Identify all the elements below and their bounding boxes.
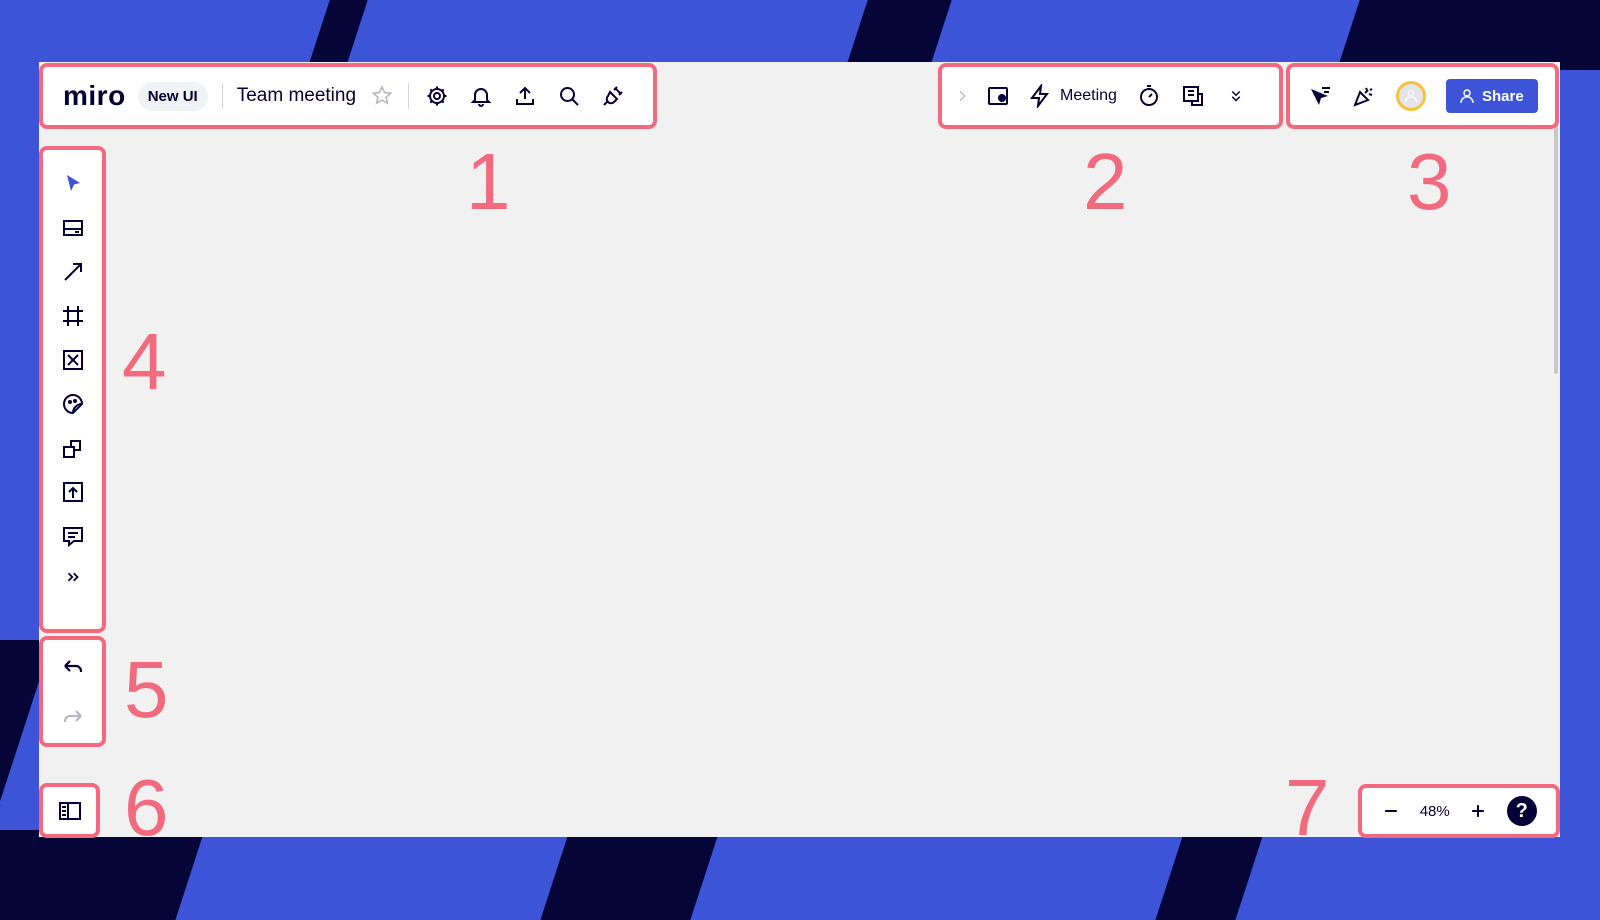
shapes-icon[interactable] [61, 436, 85, 460]
placeholder-icon[interactable] [61, 348, 85, 372]
notes-icon[interactable] [1181, 84, 1205, 108]
comment-icon[interactable] [61, 524, 85, 548]
sidebar-panel-icon[interactable] [58, 799, 82, 823]
bg-stripe [845, 0, 955, 70]
frame-icon[interactable] [61, 304, 85, 328]
select-cursor-icon[interactable] [61, 172, 85, 196]
undo-icon[interactable] [61, 656, 85, 680]
collaboration-toolbar: Meeting [938, 63, 1283, 129]
section-label-7: 7 [1285, 763, 1330, 852]
person-icon [1460, 89, 1474, 103]
more-tools-icon[interactable] [64, 568, 82, 586]
frames-panel-toolbar [39, 783, 100, 838]
cursor-filter-icon[interactable] [1308, 84, 1332, 108]
section-label-4: 4 [122, 317, 167, 406]
board-canvas[interactable] [39, 62, 1560, 837]
share-label: Share [1482, 87, 1524, 105]
zoom-toolbar: 48% ? [1358, 784, 1560, 838]
bell-icon[interactable] [469, 84, 493, 108]
board-title[interactable]: Team meeting [237, 85, 356, 107]
new-ui-badge[interactable]: New UI [137, 81, 208, 111]
zoom-level[interactable]: 48% [1420, 803, 1450, 820]
redo-icon[interactable] [61, 706, 85, 730]
top-left-toolbar: miro New UI Team meeting [39, 63, 657, 129]
divider [408, 83, 410, 109]
zoom-in-icon[interactable] [1468, 801, 1488, 821]
zoom-out-icon[interactable] [1381, 801, 1401, 821]
section-label-1: 1 [466, 137, 511, 226]
video-frame-icon[interactable] [986, 84, 1010, 108]
timer-icon[interactable] [1137, 84, 1161, 108]
bg-stripe [0, 830, 205, 920]
upload-icon[interactable] [61, 480, 85, 504]
bg-stripe [540, 830, 720, 920]
arrow-line-icon[interactable] [61, 260, 85, 284]
avatar-icon[interactable] [1396, 81, 1426, 111]
star-icon[interactable] [370, 84, 394, 108]
double-chevron-down-icon[interactable] [1227, 87, 1245, 105]
share-button[interactable]: Share [1446, 79, 1538, 113]
bg-stripe [307, 0, 371, 70]
miro-logo[interactable]: miro [63, 80, 126, 112]
share-toolbar: Share [1286, 63, 1559, 129]
section-label-2: 2 [1083, 137, 1128, 226]
chevron-right-icon[interactable] [954, 88, 970, 104]
meeting-label[interactable]: Meeting [1060, 87, 1117, 105]
history-toolbar [39, 636, 106, 747]
bg-stripe [1337, 0, 1600, 70]
vertical-scrollbar[interactable] [1554, 124, 1558, 374]
divider [221, 83, 223, 109]
section-label-3: 3 [1407, 137, 1452, 226]
search-icon[interactable] [557, 84, 581, 108]
settings-gear-icon[interactable] [425, 84, 449, 108]
plugin-icon[interactable] [601, 84, 625, 108]
text-card-icon[interactable] [61, 216, 85, 240]
section-label-6: 6 [124, 763, 169, 852]
left-creation-toolbar [39, 146, 106, 633]
sticker-icon[interactable] [61, 392, 85, 416]
section-label-5: 5 [124, 645, 169, 734]
export-icon[interactable] [513, 84, 537, 108]
bg-stripe [1155, 830, 1265, 920]
help-button[interactable]: ? [1506, 796, 1537, 826]
celebration-icon[interactable] [1352, 84, 1376, 108]
lightning-icon[interactable] [1028, 84, 1052, 108]
